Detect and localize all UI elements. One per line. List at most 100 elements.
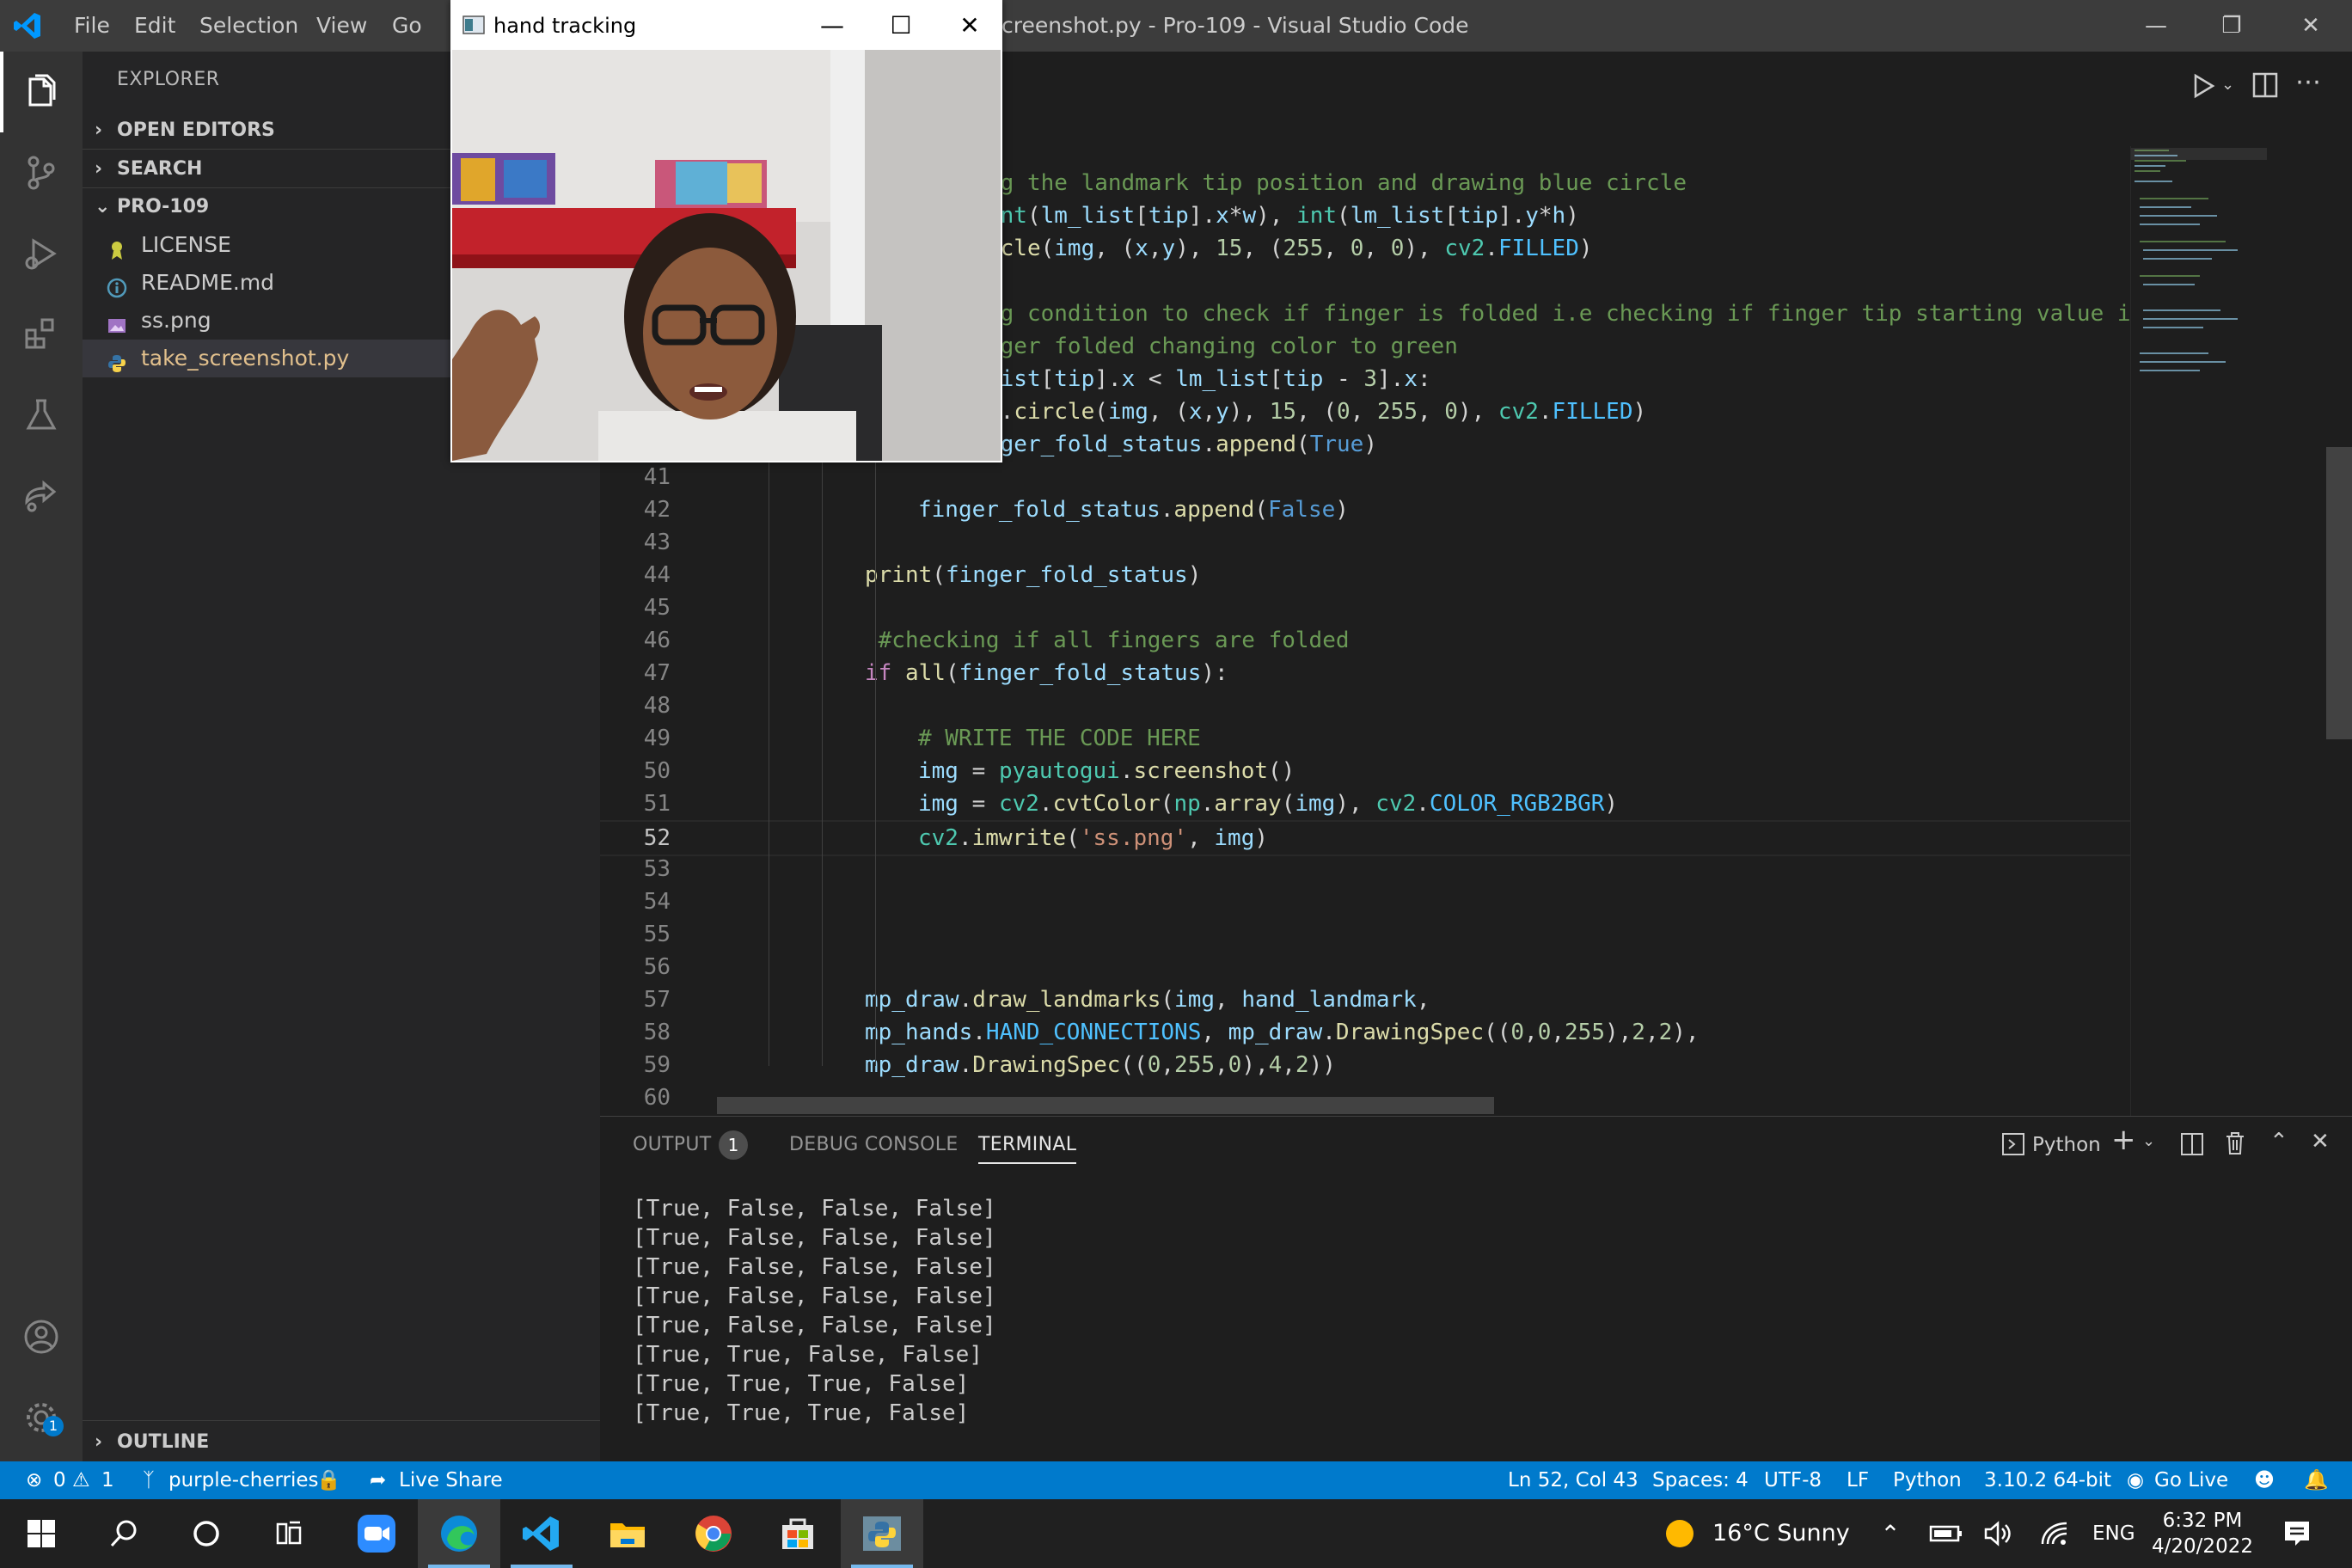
manage-gear-icon[interactable] [0,1379,83,1456]
testing-icon[interactable] [0,377,83,454]
minimize-icon[interactable]: — [798,0,867,52]
chevron-down-icon[interactable]: ⌄ [2221,76,2239,94]
chrome-icon[interactable] [672,1499,755,1568]
split-editor-icon[interactable] [2251,70,2280,100]
code-line[interactable]: 49 # WRITE THE CODE HERE [600,722,2130,755]
menu-edit[interactable]: Edit [134,0,175,52]
minimize-icon[interactable]: — [2122,0,2190,52]
zoom-app-icon[interactable] [335,1499,418,1568]
sunny-weather-icon[interactable] [1654,1499,1706,1568]
run-file-icon[interactable] [2187,69,2221,103]
python-interpreter[interactable]: 3.10.2 64-bit [1984,1461,2111,1499]
horizontal-scrollbar-thumb[interactable] [717,1097,1494,1114]
menu-file[interactable]: File [74,0,110,52]
code-line[interactable]: 56 [600,951,2130,983]
windows-start-icon[interactable] [0,1499,83,1568]
wifi-icon[interactable] [2030,1499,2079,1568]
file-explorer-icon[interactable] [586,1499,669,1568]
restore-icon[interactable]: ❐ [2197,0,2266,52]
accounts-icon[interactable] [0,1298,83,1375]
battery-icon[interactable] [1922,1499,1970,1568]
maximize-icon[interactable]: ☐ [867,0,935,52]
image-icon [107,310,127,333]
section-label: OUTLINE [117,1431,210,1453]
warning-icon[interactable]: ⚠ [72,1461,90,1499]
tab-debug-console[interactable]: DEBUG CONSOLE [789,1134,959,1155]
minimap[interactable] [2130,146,2267,1116]
code-line[interactable]: 42 finger_fold_status.append(False) [600,493,2130,526]
code-line[interactable]: 54 [600,885,2130,918]
language-mode[interactable]: Python [1893,1461,1962,1499]
active-app-indicator [428,1565,490,1568]
source-control-icon[interactable] [0,134,83,211]
chevron-up-icon[interactable]: ⌃ [1869,1499,1912,1568]
clock[interactable]: 6:32 PM 4/20/2022 [2151,1508,2254,1559]
close-icon[interactable]: ✕ [2276,0,2345,52]
indentation[interactable]: Spaces: 4 [1652,1461,1749,1499]
maximize-panel-chevron-up-icon[interactable]: ⌃ [2269,1129,2294,1155]
warning-count[interactable]: 1 [101,1461,114,1499]
app-window-icon [462,15,485,34]
vscode-taskbar-icon[interactable] [500,1499,583,1568]
git-branch[interactable]: purple-cherries [168,1461,318,1499]
split-terminal-icon[interactable] [2180,1132,2204,1156]
close-panel-icon[interactable]: ✕ [2311,1129,2335,1155]
error-icon[interactable]: ⊗ [26,1461,42,1499]
tab-output[interactable]: OUTPUT [633,1134,711,1155]
code-line[interactable]: 46 #checking if all fingers are folded [600,624,2130,657]
menu-selection[interactable]: Selection [199,0,298,52]
code-line[interactable]: 57 mp_draw.draw_landmarks(img, hand_landm… [600,983,2130,1016]
trash-icon[interactable] [2223,1130,2247,1156]
task-view-icon[interactable] [248,1499,330,1568]
python-app-icon[interactable] [841,1499,923,1568]
code-line[interactable]: 59 mp_draw.DrawingSpec((0,255,0),4,2)) [600,1049,2130,1081]
code-line[interactable]: 44 print(finger_fold_status) [600,559,2130,591]
input-language[interactable]: ENG [2092,1499,2135,1568]
live-share-icon[interactable] [0,457,83,535]
explorer-icon[interactable] [0,53,83,131]
store-icon[interactable] [756,1499,839,1568]
code-line[interactable]: 47 if all(finger_fold_status): [600,657,2130,689]
run-debug-icon[interactable] [0,215,83,292]
section-outline[interactable]: › OUTLINE [83,1424,600,1461]
hand-tracking-window[interactable]: hand tracking — ☐ ✕ [450,0,1002,462]
vertical-scrollbar-thumb[interactable] [2326,447,2352,739]
error-count[interactable]: 0 [53,1461,66,1499]
menu-go[interactable]: Go [392,0,422,52]
code-line[interactable]: 51 img = cv2.cvtColor(np.array(img), cv2.… [600,787,2130,820]
code-line[interactable]: 55 [600,918,2130,951]
chevron-down-icon[interactable]: ⌄ [2142,1132,2159,1150]
encoding[interactable]: UTF-8 [1764,1461,1822,1499]
go-live-button[interactable]: Go Live [2154,1461,2228,1499]
edge-browser-icon[interactable] [418,1499,500,1568]
code-line[interactable]: 50 img = pyautogui.screenshot() [600,755,2130,787]
more-actions-icon[interactable]: ⋯ [2295,67,2330,101]
extensions-icon[interactable] [0,296,83,373]
minimap-viewport[interactable] [2131,148,2267,160]
code-line[interactable]: 48 [600,689,2130,722]
terminal-output[interactable]: [True, False, False, False] [True, False,… [600,1194,2352,1452]
end-of-line[interactable]: LF [1847,1461,1869,1499]
new-terminal-plus-icon[interactable]: + [2111,1125,2137,1155]
live-share-status[interactable]: Live Share [399,1461,503,1499]
close-icon[interactable]: ✕ [935,0,1004,52]
code-line[interactable]: 58 mp_hands.HAND_CONNECTIONS, mp_draw.Dra… [600,1016,2130,1049]
code-line[interactable]: 45 [600,591,2130,624]
tab-terminal[interactable]: TERMINAL [978,1134,1077,1164]
notifications-icon[interactable] [2271,1499,2323,1568]
notifications-bell-icon[interactable]: 🔔 [2304,1461,2329,1499]
code-line[interactable]: 52 cv2.imwrite('ss.png', img) [600,820,2130,856]
code-line[interactable]: 53 [600,853,2130,885]
feedback-icon[interactable]: ☻ [2254,1461,2275,1499]
terminal-kind-label[interactable]: Python [2032,1134,2101,1156]
weather-text[interactable]: 16°C Sunny [1712,1499,1850,1568]
divider [83,1420,600,1421]
volume-icon[interactable] [1974,1499,2022,1568]
menu-view[interactable]: View [316,0,367,52]
code-line[interactable]: 41 [600,461,2130,493]
search-icon[interactable] [83,1499,165,1568]
cortana-icon[interactable] [165,1499,248,1568]
code-line[interactable]: 43 [600,526,2130,559]
cursor-position[interactable]: Ln 52, Col 43 [1508,1461,1638,1499]
terminal-line: [True, True, True, False] [633,1400,970,1426]
